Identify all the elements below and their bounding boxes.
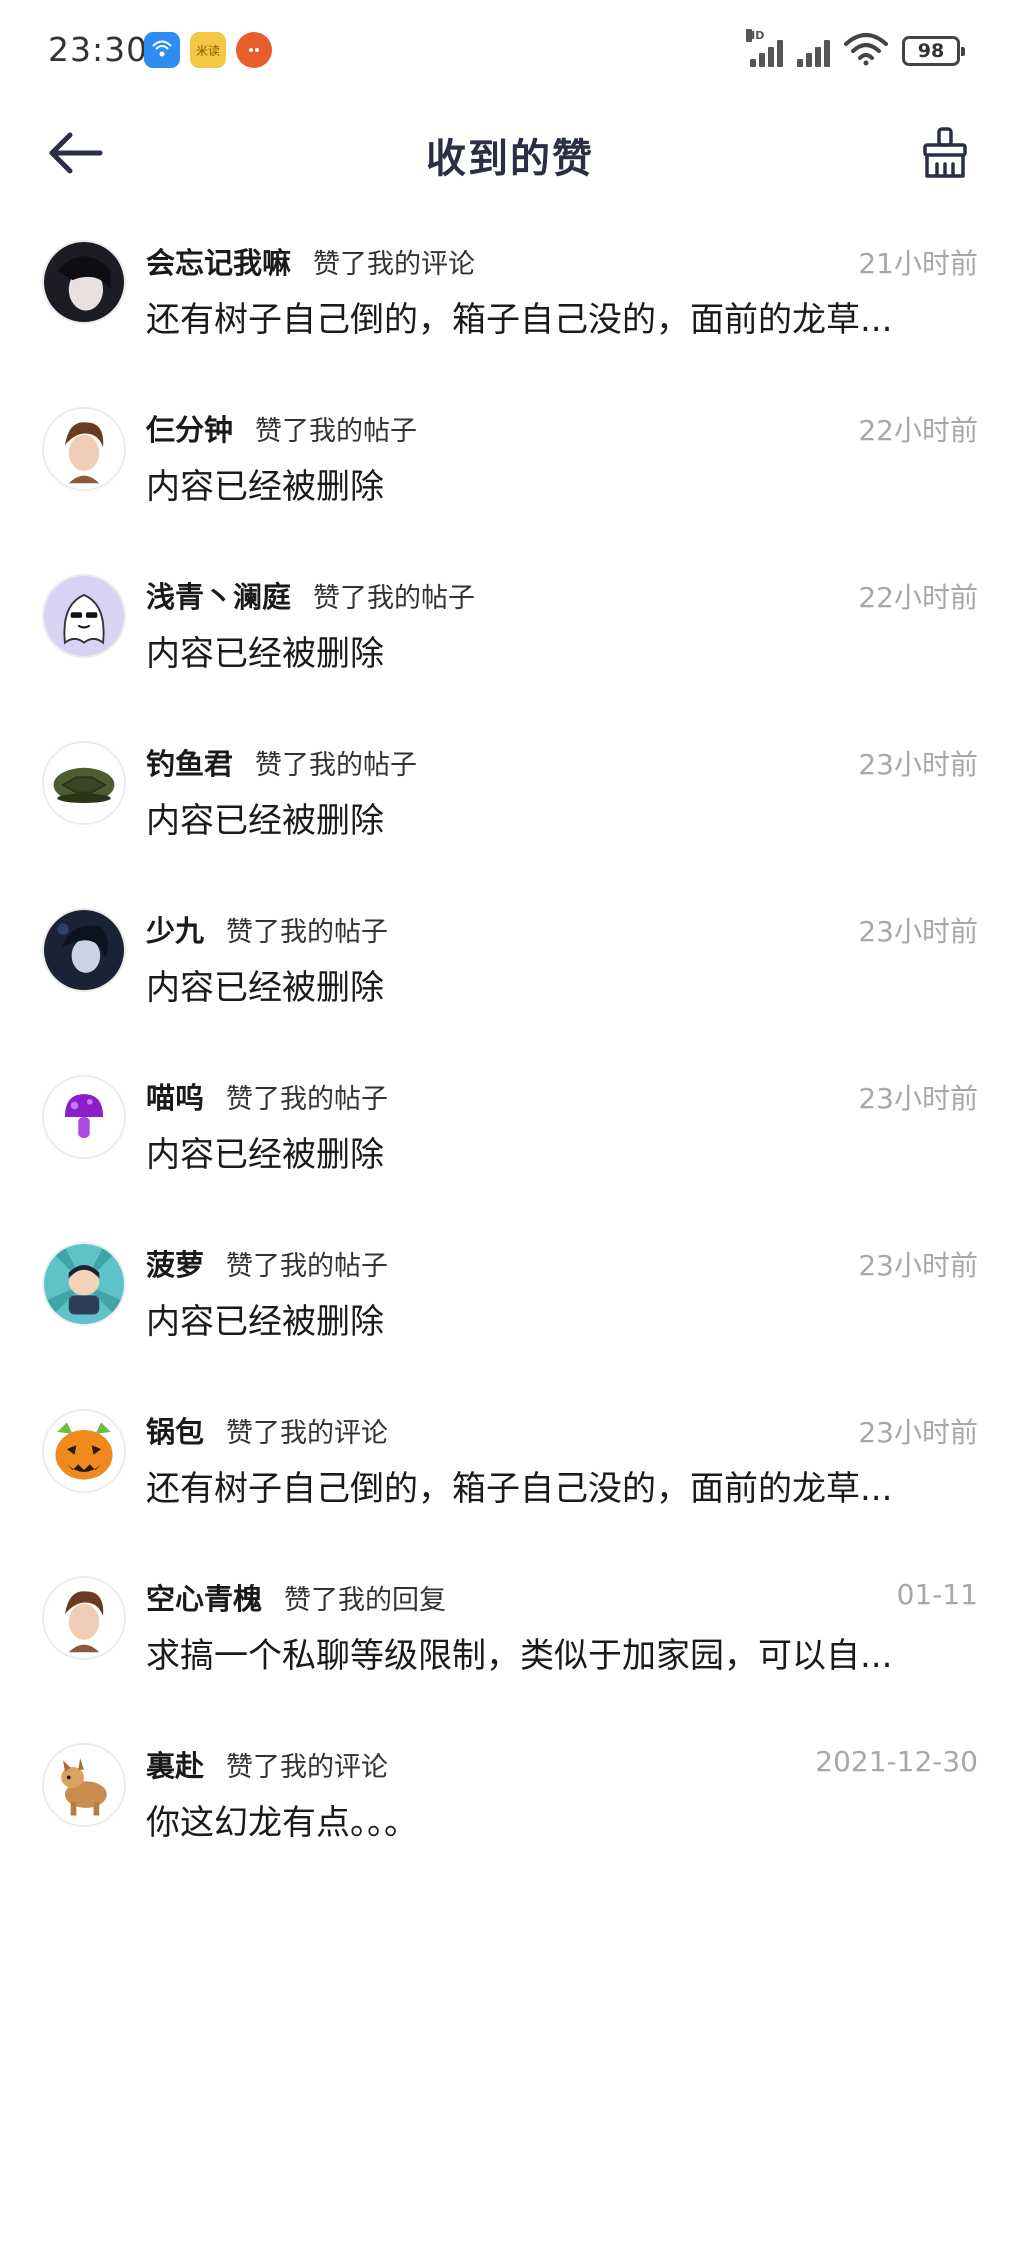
page-title: 收到的赞 bbox=[426, 136, 594, 182]
like-item[interactable]: 菠萝 赞了我的帖子 23小时前 内容已经被删除 bbox=[0, 1220, 1020, 1387]
user-name-text[interactable]: 锅包 bbox=[146, 1415, 204, 1449]
action-text: 赞了我的评论 bbox=[226, 1418, 389, 1449]
user-name[interactable]: 喵呜 赞了我的帖子 bbox=[146, 1075, 388, 1117]
like-item[interactable]: 会忘记我嘛 赞了我的评论 21小时前 还有树子自己倒的，箱子自己没的，面前的龙草.… bbox=[0, 218, 1020, 385]
battery-level: 98 bbox=[917, 40, 945, 62]
like-item[interactable]: 浅青丶澜庭 赞了我的帖子 22小时前 内容已经被删除 bbox=[0, 552, 1020, 719]
game-app-icon bbox=[236, 32, 272, 68]
user-name[interactable]: 裏赴 赞了我的评论 bbox=[146, 1743, 388, 1785]
time-label: 01-11 bbox=[896, 1578, 978, 1611]
content-text: 内容已经被删除 bbox=[146, 1135, 384, 1175]
user-name[interactable]: 锅包 赞了我的评论 bbox=[146, 1409, 388, 1451]
content-text: 还有树子自己倒的，箱子自己没的，面前的龙草... bbox=[146, 300, 893, 340]
content-text: 内容已经被删除 bbox=[146, 801, 384, 841]
time-label: 23小时前 bbox=[858, 748, 978, 781]
content-text: 还有树子自己倒的，箱子自己没的，面前的龙草... bbox=[146, 1469, 893, 1509]
user-name-text[interactable]: 少九 bbox=[146, 914, 204, 948]
like-item[interactable]: 锅包 赞了我的评论 23小时前 还有树子自己倒的，箱子自己没的，面前的龙草... bbox=[0, 1387, 1020, 1554]
like-item[interactable]: 仨分钟 赞了我的帖子 22小时前 内容已经被删除 bbox=[0, 385, 1020, 552]
battery-icon: 98 bbox=[902, 36, 965, 66]
wifi-icon bbox=[844, 32, 888, 70]
like-item[interactable]: 空心青槐 赞了我的回复 01-11 求搞一个私聊等级限制，类似于加家园，可以自..… bbox=[0, 1554, 1020, 1721]
avatar[interactable] bbox=[42, 1242, 126, 1326]
signal-hd-icon: HD bbox=[746, 29, 783, 67]
time-label: 21小时前 bbox=[858, 247, 978, 280]
user-name-text[interactable]: 浅青丶澜庭 bbox=[146, 580, 291, 614]
content-text: 内容已经被删除 bbox=[146, 1302, 384, 1342]
user-name-text[interactable]: 钓鱼君 bbox=[146, 747, 233, 781]
status-time: 23:30 bbox=[48, 30, 149, 69]
avatar[interactable] bbox=[42, 407, 126, 491]
action-text: 赞了我的回复 bbox=[284, 1585, 447, 1616]
like-list: 会忘记我嘛 赞了我的评论 21小时前 还有树子自己倒的，箱子自己没的，面前的龙草.… bbox=[0, 218, 1020, 1888]
action-text: 赞了我的帖子 bbox=[226, 1084, 389, 1115]
content-text: 内容已经被删除 bbox=[146, 467, 384, 507]
time-label: 22小时前 bbox=[858, 414, 978, 447]
avatar[interactable] bbox=[42, 1743, 126, 1827]
status-bar: 23:30 米读 HD 98 bbox=[0, 0, 1020, 100]
time-label: 23小时前 bbox=[858, 1249, 978, 1282]
user-name-text[interactable]: 裏赴 bbox=[146, 1749, 204, 1783]
like-item[interactable]: 裏赴 赞了我的评论 2021-12-30 你这幻龙有点。。。 bbox=[0, 1721, 1020, 1888]
avatar[interactable] bbox=[42, 240, 126, 324]
broom-icon bbox=[923, 127, 967, 178]
user-name[interactable]: 会忘记我嘛 赞了我的评论 bbox=[146, 240, 475, 282]
avatar[interactable] bbox=[42, 1409, 126, 1493]
user-name[interactable]: 钓鱼君 赞了我的帖子 bbox=[146, 741, 417, 783]
user-name[interactable]: 浅青丶澜庭 赞了我的帖子 bbox=[146, 574, 475, 616]
header: 收到的赞 bbox=[0, 100, 1020, 202]
avatar[interactable] bbox=[42, 741, 126, 825]
content-text: 你这幻龙有点。。。 bbox=[146, 1803, 418, 1843]
action-text: 赞了我的帖子 bbox=[313, 583, 476, 614]
action-text: 赞了我的帖子 bbox=[226, 1251, 389, 1282]
like-item[interactable]: 少九 赞了我的帖子 23小时前 内容已经被删除 bbox=[0, 886, 1020, 1053]
user-name[interactable]: 菠萝 赞了我的帖子 bbox=[146, 1242, 388, 1284]
content-text: 内容已经被删除 bbox=[146, 968, 384, 1008]
avatar[interactable] bbox=[42, 1075, 126, 1159]
time-label: 2021-12-30 bbox=[815, 1745, 978, 1778]
time-label: 23小时前 bbox=[858, 915, 978, 948]
like-item[interactable]: 喵呜 赞了我的帖子 23小时前 内容已经被删除 bbox=[0, 1053, 1020, 1220]
signal-icon bbox=[797, 35, 830, 67]
status-right: HD 98 bbox=[746, 29, 965, 70]
avatar[interactable] bbox=[42, 1576, 126, 1660]
action-text: 赞了我的帖子 bbox=[255, 750, 418, 781]
content-text: 求搞一个私聊等级限制，类似于加家园，可以自... bbox=[146, 1636, 893, 1676]
user-name[interactable]: 空心青槐 赞了我的回复 bbox=[146, 1576, 446, 1618]
avatar[interactable] bbox=[42, 574, 126, 658]
action-text: 赞了我的帖子 bbox=[255, 416, 418, 447]
wifi-app-icon bbox=[144, 32, 180, 68]
like-item[interactable]: 钓鱼君 赞了我的帖子 23小时前 内容已经被删除 bbox=[0, 719, 1020, 886]
time-label: 22小时前 bbox=[858, 581, 978, 614]
user-name-text[interactable]: 喵呜 bbox=[146, 1081, 204, 1115]
action-text: 赞了我的评论 bbox=[313, 249, 476, 280]
user-name-text[interactable]: 菠萝 bbox=[146, 1248, 204, 1282]
time-label: 23小时前 bbox=[858, 1416, 978, 1449]
hd-label: HD bbox=[746, 29, 765, 42]
user-name-text[interactable]: 会忘记我嘛 bbox=[146, 246, 291, 280]
avatar[interactable] bbox=[42, 908, 126, 992]
time-label: 23小时前 bbox=[858, 1082, 978, 1115]
user-name[interactable]: 少九 赞了我的帖子 bbox=[146, 908, 388, 950]
action-text: 赞了我的评论 bbox=[226, 1752, 389, 1783]
content-text: 内容已经被删除 bbox=[146, 634, 384, 674]
status-app-icons: 米读 bbox=[144, 32, 272, 68]
user-name-text[interactable]: 仨分钟 bbox=[146, 413, 233, 447]
user-name[interactable]: 仨分钟 赞了我的帖子 bbox=[146, 407, 417, 449]
action-text: 赞了我的帖子 bbox=[226, 917, 389, 948]
reader-app-icon: 米读 bbox=[190, 32, 226, 68]
user-name-text[interactable]: 空心青槐 bbox=[146, 1582, 262, 1616]
clear-button[interactable] bbox=[910, 118, 980, 188]
